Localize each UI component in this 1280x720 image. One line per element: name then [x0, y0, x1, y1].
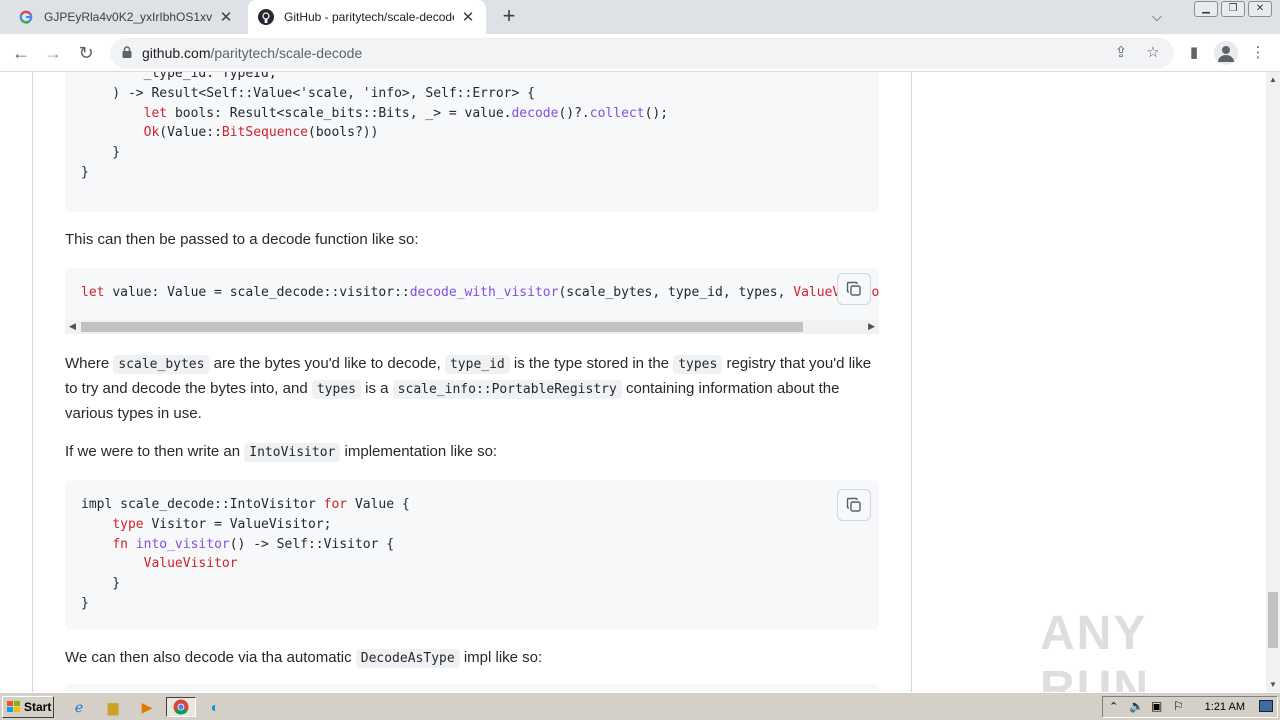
url-text: github.com/paritytech/scale-decode: [142, 45, 362, 61]
inline-code: types: [673, 355, 723, 374]
paragraph: This can then be passed to a decode func…: [65, 231, 419, 248]
edge-icon[interactable]: ◐: [204, 697, 226, 717]
paragraph: We can then also decode via tha automati…: [65, 646, 879, 671]
google-icon: [18, 9, 34, 25]
close-icon[interactable]: ✕: [460, 8, 476, 26]
scrollbar-thumb[interactable]: [81, 322, 803, 332]
folder-icon[interactable]: ▆: [102, 697, 124, 717]
copy-icon: [846, 281, 861, 296]
inline-code: scale_bytes: [113, 355, 210, 374]
taskbar: Start ℯ ▆ ▶ ◐ ⌃ 🔈 ▣ ⚐ 1:21 AM: [0, 692, 1280, 720]
paragraph: If we were to then write an IntoVisitor …: [65, 440, 879, 465]
close-window-button[interactable]: ✕: [1248, 1, 1272, 17]
scroll-left-icon[interactable]: ◀: [69, 321, 76, 332]
code-line: type Visitor = ValueVisitor;: [112, 516, 332, 532]
code-line: }: [81, 595, 89, 611]
ie-icon[interactable]: ℯ: [68, 697, 90, 717]
copy-button[interactable]: [837, 273, 871, 305]
code-line: ValueVisitor: [143, 556, 238, 572]
window-controls: ▁ ❐ ✕: [1194, 1, 1272, 17]
code-block-visitor: _type_id: TypeId, ) -> Result<Self::Valu…: [65, 72, 879, 212]
flag-icon[interactable]: ⚐: [1173, 699, 1184, 713]
code-line: let bools: Result<scale_bits::Bits, _> =…: [143, 105, 669, 121]
close-icon[interactable]: ✕: [218, 8, 234, 26]
share-icon[interactable]: ⇪: [1112, 44, 1130, 62]
side-panel-icon[interactable]: ▮: [1182, 41, 1206, 65]
system-tray: ⌃ 🔈 ▣ ⚐ 1:21 AM: [1102, 696, 1278, 718]
star-icon[interactable]: ☆: [1144, 44, 1162, 62]
code-line: ) -> Result<Self::Value<'scale, 'info>, …: [81, 85, 535, 101]
code-line: _type_id: TypeId,: [81, 72, 277, 81]
text: impl like so:: [459, 649, 543, 666]
code-block-partial: [65, 684, 879, 692]
code-block-into-visitor: impl scale_decode::IntoVisitor for Value…: [65, 480, 879, 630]
text: If we were to then write an: [65, 443, 245, 460]
inline-code: DecodeAsType: [355, 649, 460, 668]
inline-code: types: [311, 380, 361, 399]
tab-strip: GJPEyRla4v0K2_yxIrIbhOS1xvxa8f- ✕ GitHub…: [0, 0, 1280, 34]
network-icon[interactable]: ▣: [1151, 699, 1162, 713]
tab-github[interactable]: GitHub - paritytech/scale-decode: De ✕: [248, 0, 486, 34]
show-desktop-icon[interactable]: [1259, 700, 1273, 712]
forward-arrow-icon[interactable]: →: [41, 41, 65, 65]
start-button[interactable]: Start: [2, 696, 54, 718]
clock: 1:21 AM: [1204, 701, 1245, 713]
code-line: }: [81, 145, 121, 161]
windows-logo-icon: [7, 701, 20, 712]
tab-title: GJPEyRla4v0K2_yxIrIbhOS1xvxa8f-: [44, 10, 212, 24]
profile-avatar-icon[interactable]: [1214, 41, 1238, 65]
code-lines: impl scale_decode::IntoVisitor for Value…: [65, 480, 879, 614]
start-label: Start: [24, 700, 52, 714]
scroll-down-icon[interactable]: ▼: [1269, 680, 1277, 689]
code-line: impl scale_decode::IntoVisitor for Value…: [81, 497, 410, 512]
text: is a: [360, 380, 393, 397]
chrome-icon[interactable]: [166, 697, 196, 717]
new-tab-button[interactable]: +: [498, 5, 520, 28]
vertical-scrollbar[interactable]: ▲ ▼: [1266, 72, 1280, 692]
text: is the type stored in the: [509, 355, 674, 372]
text: We can then also decode via tha automati…: [65, 649, 356, 666]
text: Where: [65, 355, 114, 372]
media-player-icon[interactable]: ▶: [136, 697, 158, 717]
tab-title: GitHub - paritytech/scale-decode: De: [284, 10, 454, 24]
inline-code: type_id: [444, 355, 510, 374]
code-line: fn into_visitor() -> Self::Visitor {: [112, 536, 395, 552]
chevron-down-icon[interactable]: ⌵: [1152, 9, 1162, 25]
chevron-up-icon[interactable]: ⌃: [1109, 700, 1118, 713]
horizontal-scrollbar[interactable]: ◀ ▶: [65, 320, 879, 334]
code-line: }: [81, 576, 121, 592]
scroll-right-icon[interactable]: ▶: [868, 321, 875, 332]
scrollbar-thumb[interactable]: [1268, 592, 1278, 648]
back-arrow-icon[interactable]: ←: [9, 41, 33, 65]
code-line: Ok(Value::BitSequence(bools?)): [143, 125, 379, 141]
text: implementation like so:: [340, 443, 498, 460]
reload-icon[interactable]: ↻: [74, 41, 98, 65]
inline-code: IntoVisitor: [244, 443, 341, 462]
address-bar[interactable]: github.com/paritytech/scale-decode ⇪ ☆: [110, 38, 1174, 68]
text: are the bytes you'd like to decode,: [209, 355, 445, 372]
copy-button[interactable]: [837, 489, 871, 521]
copy-icon: [846, 497, 861, 512]
minimize-button[interactable]: ▁: [1194, 1, 1218, 17]
inline-code: scale_info::PortableRegistry: [392, 380, 622, 399]
paragraph: Where scale_bytes are the bytes you'd li…: [65, 352, 879, 426]
code-line: }: [81, 164, 89, 180]
url-host: github.com: [142, 45, 211, 61]
watermark-logo: ANY RUN: [1040, 607, 1150, 692]
browser-toolbar: ← → ↻ github.com/paritytech/scale-decode…: [0, 34, 1280, 72]
lock-icon: [122, 46, 132, 58]
github-icon: [258, 9, 274, 25]
code-line: let value: Value = scale_decode::visitor…: [81, 285, 879, 300]
volume-icon[interactable]: 🔈: [1129, 699, 1144, 713]
menu-icon[interactable]: ⋮: [1246, 41, 1270, 65]
tab-google[interactable]: GJPEyRla4v0K2_yxIrIbhOS1xvxa8f- ✕: [8, 0, 244, 34]
url-path: /paritytech/scale-decode: [210, 45, 363, 61]
page-content: _type_id: TypeId, ) -> Result<Self::Valu…: [0, 72, 1266, 692]
scroll-up-icon[interactable]: ▲: [1269, 75, 1277, 84]
maximize-button[interactable]: ❐: [1221, 1, 1245, 17]
code-lines: _type_id: TypeId, ) -> Result<Self::Valu…: [65, 72, 879, 183]
